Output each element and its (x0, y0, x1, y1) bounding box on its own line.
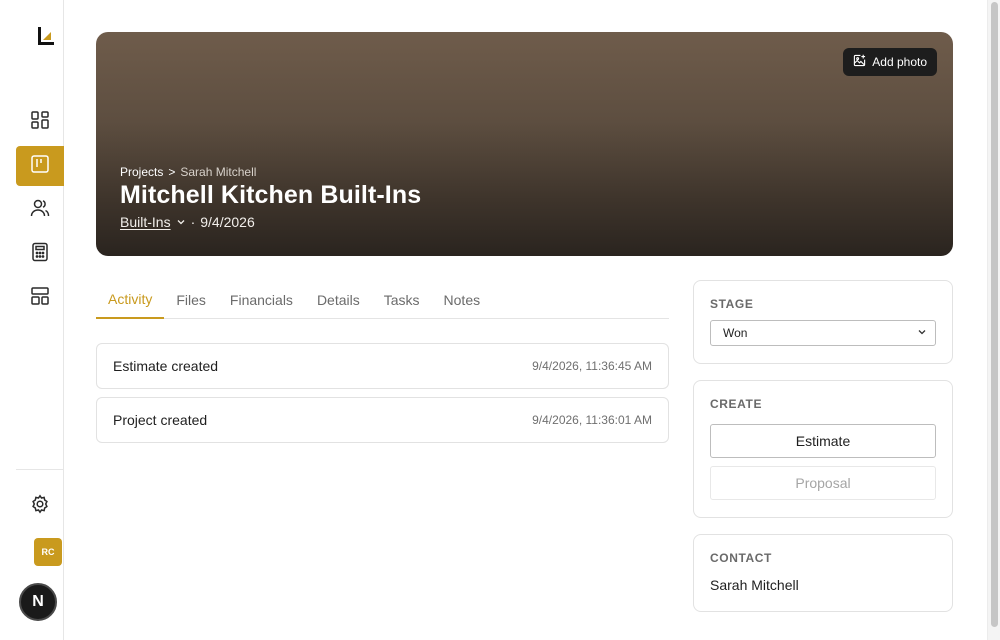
nav-templates[interactable] (16, 278, 64, 318)
create-label: CREATE (710, 397, 763, 411)
create-estimate-button[interactable]: Estimate (710, 424, 936, 458)
nav-projects[interactable] (16, 146, 64, 186)
n-badge-button[interactable]: N (19, 583, 57, 621)
activity-title: Project created (113, 412, 208, 428)
create-panel: CREATE Estimate Proposal (693, 380, 953, 518)
sidebar-divider (16, 469, 63, 470)
user-avatar[interactable]: RC (34, 538, 62, 566)
dashboard-icon (30, 110, 50, 135)
logo-icon[interactable] (38, 27, 54, 45)
contact-name[interactable]: Sarah Mitchell (710, 577, 936, 593)
nav-dashboard[interactable] (16, 102, 64, 142)
kanban-icon (30, 154, 50, 179)
activity-item: Estimate created 9/4/2026, 11:36:45 AM (96, 343, 669, 389)
create-proposal-button[interactable]: Proposal (710, 466, 936, 500)
stage-panel: STAGE Won (693, 280, 953, 364)
tab-files[interactable]: Files (164, 280, 218, 319)
tab-details[interactable]: Details (305, 280, 372, 319)
activity-time: 9/4/2026, 11:36:45 AM (532, 359, 652, 373)
stage-select[interactable]: Won (710, 320, 936, 346)
users-icon (30, 198, 50, 223)
page-title: Mitchell Kitchen Built-Ins (120, 181, 422, 209)
breadcrumb: Projects > Sarah Mitchell (120, 165, 256, 179)
tab-notes[interactable]: Notes (432, 280, 493, 319)
tab-tasks[interactable]: Tasks (372, 280, 432, 319)
contact-label: CONTACT (710, 551, 772, 565)
nav-estimates[interactable] (16, 234, 64, 274)
activity-item: Project created 9/4/2026, 11:36:01 AM (96, 397, 669, 443)
activity-title: Estimate created (113, 358, 219, 374)
chevron-down-icon[interactable] (176, 214, 186, 230)
stage-label: STAGE (710, 297, 754, 311)
project-tabs: Activity Files Financials Details Tasks … (96, 280, 669, 319)
calculator-icon (30, 242, 50, 267)
image-plus-icon (853, 54, 866, 70)
category-dropdown[interactable]: Built-Ins (120, 214, 171, 230)
breadcrumb-projects[interactable]: Projects (120, 165, 163, 179)
add-photo-button[interactable]: Add photo (843, 48, 937, 76)
app-root: RC N Add photo Projects > Sarah Mitchell… (0, 0, 1000, 640)
meta-separator: · (190, 214, 196, 230)
page-scrollbar[interactable] (987, 0, 1000, 640)
breadcrumb-current: Sarah Mitchell (180, 165, 257, 179)
project-meta: Built-Ins · 9/4/2026 (120, 214, 255, 230)
add-photo-label: Add photo (872, 55, 927, 69)
project-date: 9/4/2026 (200, 214, 255, 230)
stage-value: Won (723, 326, 748, 340)
tab-activity[interactable]: Activity (96, 280, 165, 319)
layout-icon (30, 286, 50, 311)
nav-settings[interactable] (16, 486, 64, 526)
sidebar: RC N (0, 0, 64, 640)
nav-contacts[interactable] (16, 190, 64, 230)
chevron-down-icon (917, 326, 927, 340)
project-hero: Add photo Projects > Sarah Mitchell Mitc… (96, 32, 953, 256)
tab-financials[interactable]: Financials (218, 280, 305, 319)
scrollbar-thumb[interactable] (991, 2, 998, 627)
activity-time: 9/4/2026, 11:36:01 AM (532, 413, 652, 427)
gear-icon (30, 493, 50, 519)
breadcrumb-separator: > (168, 165, 176, 179)
contact-panel: CONTACT Sarah Mitchell (693, 534, 953, 612)
